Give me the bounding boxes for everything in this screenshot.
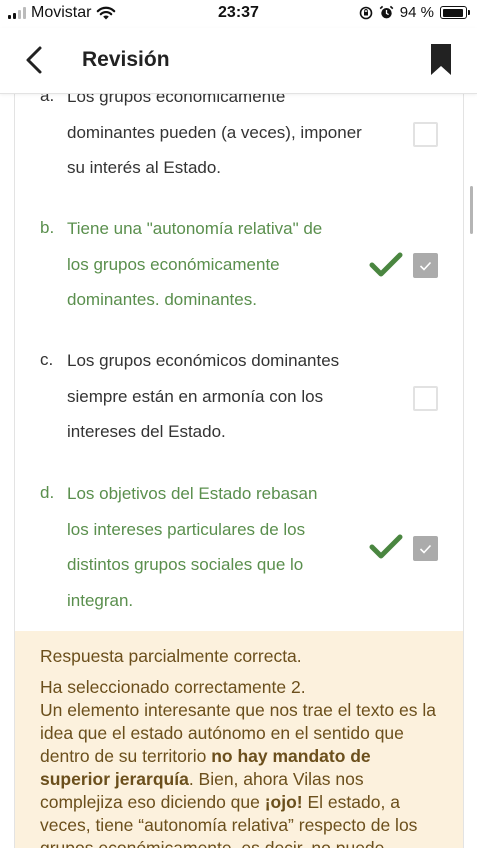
option-line: dominantes pueden (a veces), imponer (67, 122, 362, 142)
scrollbar-thumb[interactable] (470, 186, 473, 234)
option-line: distintos grupos sociales que lo (67, 555, 304, 574)
option-letter: c. (40, 350, 54, 369)
status-bar: Movistar 23:37 94 % (0, 0, 477, 28)
option-line: Los objetivos del Estado rebasan (67, 484, 318, 503)
rotation-lock-icon (359, 6, 373, 19)
option-checkbox[interactable] (413, 253, 438, 278)
feedback-text: Ha seleccionado correctamente 2. Un elem… (40, 676, 441, 848)
battery-icon (440, 6, 470, 19)
option-text: Tiene una "autonomía relativa" de los gr… (67, 211, 367, 318)
option-checkbox[interactable] (413, 536, 438, 561)
option-line: Los grupos económicos dominantes (67, 351, 340, 370)
question-card: a. Los grupos económicamente dominantes … (14, 94, 464, 848)
back-chevron-icon[interactable] (20, 44, 50, 76)
option-letter: d. (40, 483, 55, 502)
battery-percent: 94 % (399, 4, 434, 21)
checkbox-check-icon (419, 544, 432, 554)
bookmark-icon[interactable] (429, 43, 453, 77)
option-checkbox[interactable] (413, 386, 438, 411)
option-text: Los grupos económicos dominantes siempre… (67, 343, 367, 450)
option-line: siempre están en armonía con los (67, 386, 324, 406)
option-line: su interés al Estado. (67, 158, 222, 177)
option-line: dominantes. dominantes. (67, 290, 257, 309)
checkbox-check-icon (419, 261, 432, 271)
option-letter: a. (40, 94, 55, 105)
option-line: los intereses particulares de los (67, 519, 306, 539)
option-line: Tiene una "autonomía relativa" de (67, 219, 323, 238)
feedback-bold: ¡ojo! (264, 792, 303, 812)
option-line: integran. (67, 590, 134, 610)
option-line: intereses del Estado. (67, 422, 226, 441)
feedback-line: Ha seleccionado correctamente 2. (40, 677, 306, 697)
option-line: los grupos económicamente (67, 254, 280, 274)
option-letter: b. (40, 218, 55, 237)
option-line: Los grupos económicamente (67, 94, 286, 106)
alarm-icon (379, 5, 394, 19)
status-icons: 94 % (359, 4, 470, 21)
feedback-status: Respuesta parcialmente correcta. (40, 646, 302, 666)
option-text: Los grupos económicamente dominantes pue… (67, 94, 367, 186)
page-title: Revisión (82, 48, 170, 71)
correct-checkmark-icon (369, 534, 403, 559)
option-text: Los objetivos del Estado rebasan los int… (67, 476, 367, 618)
feedback-panel: Respuesta parcialmente correcta. Ha sele… (15, 631, 463, 848)
app-header: Revisión (0, 28, 477, 94)
correct-checkmark-icon (369, 252, 403, 277)
option-checkbox[interactable] (413, 122, 438, 147)
